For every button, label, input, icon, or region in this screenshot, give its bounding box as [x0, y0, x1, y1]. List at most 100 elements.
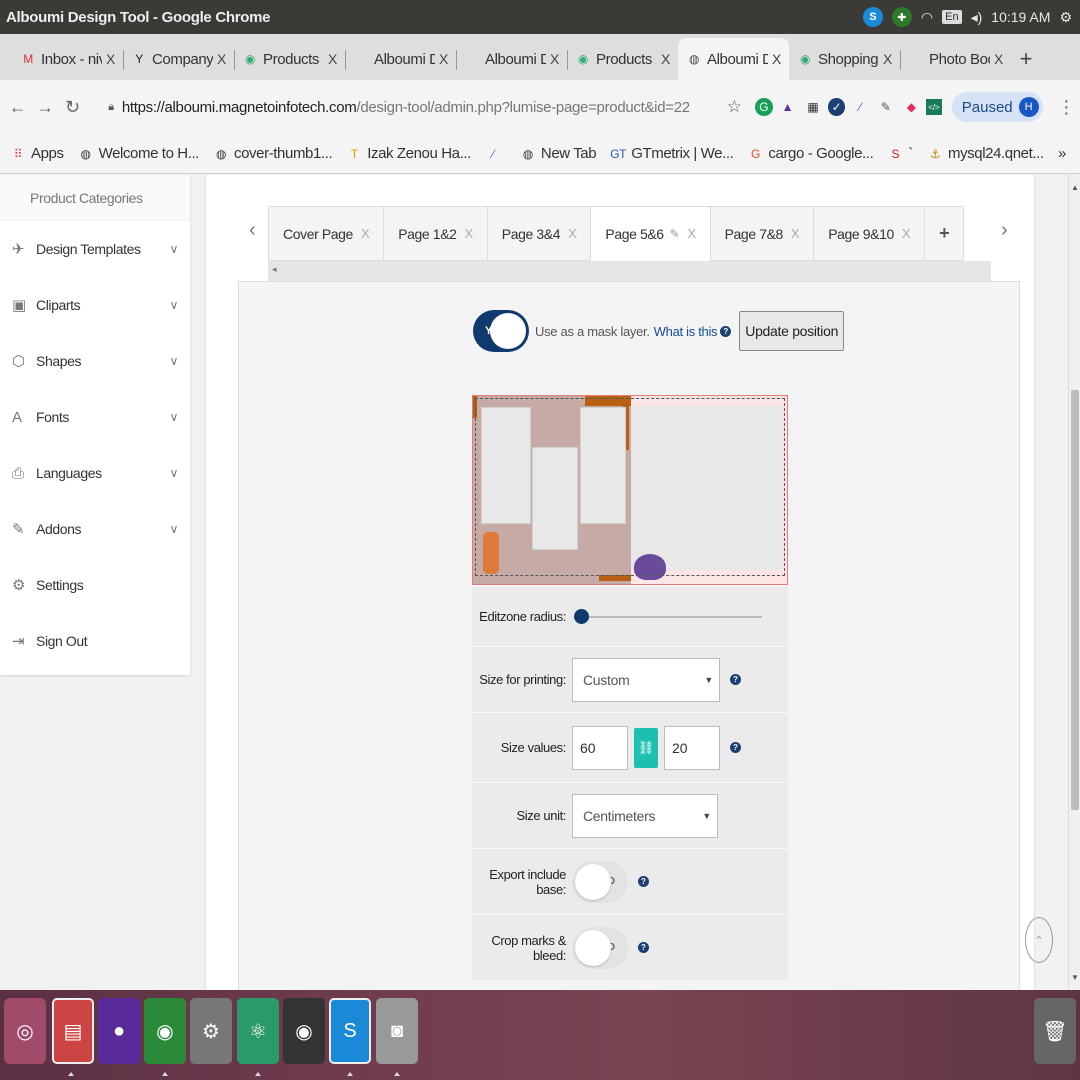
product-categories-link[interactable]: Product Categories	[0, 175, 190, 221]
page-tab-close-icon[interactable]: X	[465, 226, 474, 241]
update-position-button[interactable]: Update position	[739, 311, 845, 351]
sidebar-item-cliparts[interactable]: ▣ Cliparts ∨	[0, 277, 190, 333]
bookmark-star-icon[interactable]: ☆	[724, 96, 746, 118]
bookmark-item[interactable]: ◍ cover-thumb1...	[213, 145, 333, 162]
mask-layer-toggle[interactable]: YES	[473, 310, 529, 352]
trash-icon[interactable]: 🗑︎	[1034, 998, 1076, 1064]
browser-tab[interactable]: ◉ Products | X	[567, 38, 678, 80]
page-tab-close-icon[interactable]: X	[568, 226, 577, 241]
editzone-radius-slider[interactable]	[574, 608, 762, 624]
size-printing-select[interactable]: Custom ▼	[572, 657, 720, 702]
what-is-this-link[interactable]: What is this	[654, 324, 718, 339]
news-extension-icon[interactable]: ▦	[802, 96, 824, 118]
scrollbar-thumb[interactable]	[1071, 390, 1079, 810]
scroll-left-icon[interactable]: ◂	[272, 264, 277, 275]
ubuntu-launcher-icon[interactable]: ◎	[4, 998, 46, 1064]
browser-tab[interactable]: ◍ Alboumi DeX	[678, 38, 789, 80]
volume-icon[interactable]: ◂)	[971, 9, 983, 26]
tab-close-icon[interactable]: X	[883, 51, 892, 67]
reload-icon[interactable]: ↻	[59, 97, 86, 118]
skype-tray-icon[interactable]: S	[862, 7, 883, 27]
tab-close-icon[interactable]: X	[328, 51, 337, 67]
bookmark-item[interactable]: Gcargo - Google...	[747, 145, 874, 162]
sidebar-item-languages[interactable]: ⎙ Languages ∨	[0, 445, 190, 501]
page-tabs-next-icon[interactable]: ›	[1001, 219, 1008, 242]
add-page-button[interactable]: +	[924, 206, 965, 261]
pencil-icon[interactable]: ✎	[670, 227, 680, 241]
bookmark-item[interactable]: S `	[887, 145, 914, 162]
extension-icon-3[interactable]: ◆	[901, 96, 923, 118]
bookmark-item[interactable]: GT GTmetrix | We...	[610, 145, 734, 162]
bookmark-item[interactable]: T Izak Zenou Ha...	[346, 145, 472, 162]
sidebar-item-settings[interactable]: ⚙ Settings	[0, 557, 190, 613]
page-tab[interactable]: Page 3&4 X	[486, 206, 592, 261]
link-dimensions-icon[interactable]: ⛓	[634, 727, 658, 768]
tab-close-icon[interactable]: X	[439, 51, 448, 67]
code-extension-icon[interactable]: </>	[926, 99, 942, 115]
sidebar-item-sign-out[interactable]: ⇥ Sign Out	[0, 613, 190, 669]
tab-close-icon[interactable]: X	[994, 51, 1003, 67]
back-arrow-icon[interactable]: ←	[4, 97, 31, 118]
tab-close-icon[interactable]: X	[661, 51, 670, 67]
forward-arrow-icon[interactable]: →	[31, 97, 58, 118]
chrome-icon[interactable]: ◉	[144, 998, 186, 1064]
wifi-icon[interactable]: ◠	[921, 9, 933, 26]
size-width-input[interactable]: 60	[572, 725, 628, 770]
profile-paused-button[interactable]: Paused H	[951, 92, 1043, 122]
keyboard-layout-indicator[interactable]: En	[942, 10, 962, 24]
page-tab[interactable]: Page 9&10 X	[813, 206, 926, 261]
tab-close-icon[interactable]: X	[550, 51, 559, 67]
page-tab[interactable]: Page 7&8 X	[709, 206, 815, 261]
tab-close-icon[interactable]: X	[106, 51, 115, 67]
atom-editor-icon[interactable]: ⚛	[237, 998, 279, 1064]
browser-tab[interactable]: ◉ Products | X	[234, 38, 345, 80]
feather-extension-icon[interactable]: ⁄	[849, 96, 871, 118]
camera-icon[interactable]: ◙	[376, 998, 418, 1064]
sidebar-item-fonts[interactable]: A Fonts ∨	[0, 389, 190, 445]
system-menu-gear-icon[interactable]: ⚙	[1059, 9, 1072, 26]
page-tab-close-icon[interactable]: X	[791, 226, 800, 241]
extension-icon-20[interactable]: ▲	[777, 96, 799, 118]
sidebar-item-design-templates[interactable]: ✈ Design Templates ∨	[0, 221, 190, 277]
page-tab[interactable]: Page 1&2 X	[383, 206, 488, 261]
grammarly-extension-icon[interactable]: G	[755, 98, 773, 116]
browser-tab[interactable]: M Inbox - niv X	[12, 38, 123, 80]
crop-marks-toggle[interactable]: NO	[572, 926, 628, 969]
skype-icon[interactable]: S	[329, 998, 371, 1064]
help-icon[interactable]: ?	[638, 942, 649, 953]
address-bar[interactable]: 🔒︎ https://alboumi.magnetoinfotech.com/d…	[108, 99, 705, 116]
design-canvas[interactable]	[472, 395, 788, 585]
bookmark-item[interactable]: ◍ New Tab	[520, 145, 597, 162]
page-scrollbar[interactable]: ▲ ▼	[1068, 175, 1080, 990]
scroll-up-icon[interactable]: ▲	[1069, 183, 1080, 192]
help-icon[interactable]: ?	[720, 325, 732, 337]
export-base-toggle[interactable]: NO	[572, 860, 628, 903]
bookmark-item[interactable]: ⠿ Apps	[10, 145, 64, 162]
bookmark-item[interactable]: ⁄	[485, 146, 506, 162]
files-icon[interactable]: ▤	[52, 998, 94, 1064]
page-tab-close-icon[interactable]: X	[687, 226, 696, 241]
check-extension-icon[interactable]: ✓	[827, 98, 846, 116]
help-icon[interactable]: ?	[638, 876, 649, 887]
browser-menu-icon[interactable]: ⋮	[1053, 97, 1080, 118]
browser-tab[interactable]: Alboumi DeX	[456, 38, 567, 80]
scroll-to-top-icon[interactable]: ⌃	[1025, 917, 1053, 963]
size-height-input[interactable]: 20	[664, 725, 720, 770]
firefox-icon[interactable]: ●	[98, 998, 140, 1064]
page-tab[interactable]: Cover Page X	[268, 206, 385, 261]
slider-knob[interactable]	[574, 608, 589, 624]
help-icon[interactable]: ?	[730, 742, 741, 753]
page-tab[interactable]: Page 5&6 ✎ X	[590, 206, 711, 261]
browser-tab[interactable]: Photo Boo X	[900, 38, 1011, 80]
chrome-beta-icon[interactable]: ◉	[283, 998, 325, 1064]
sidebar-item-shapes[interactable]: ⬡ Shapes ∨	[0, 333, 190, 389]
bookmarks-more-icon[interactable]: »	[1058, 145, 1066, 162]
browser-tab[interactable]: Y Company DX	[123, 38, 234, 80]
eyedropper-extension-icon[interactable]: ✎	[875, 96, 897, 118]
page-tab-close-icon[interactable]: X	[902, 226, 911, 241]
page-tabs-prev-icon[interactable]: ‹	[249, 219, 256, 242]
page-tab-close-icon[interactable]: X	[361, 226, 370, 241]
size-unit-select[interactable]: Centimeters ▼	[572, 793, 718, 838]
tab-close-icon[interactable]: X	[217, 51, 226, 67]
vpn-tray-icon[interactable]: ✚	[891, 7, 912, 27]
